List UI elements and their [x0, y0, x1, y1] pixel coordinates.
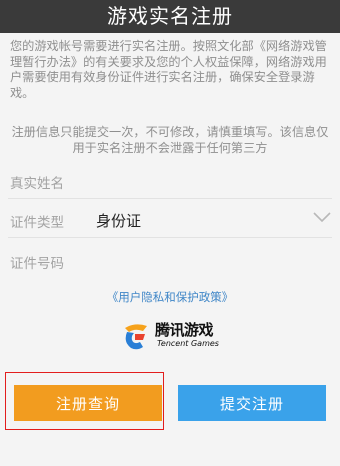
real-name-input[interactable] [92, 167, 316, 195]
page-title: 游戏实名注册 [0, 0, 340, 33]
id-type-label: 证件类型 [10, 215, 64, 231]
divider [8, 198, 332, 199]
logo-title: 腾讯游戏 [155, 321, 214, 339]
intro-text: 您的游戏帐号需要进行实名注册。按照文化部《网络游戏管理暂行办法》的有关要求及您的… [10, 39, 327, 100]
chevron-down-icon[interactable] [312, 211, 332, 223]
logo-subtitle: Tencent Games [157, 339, 219, 348]
real-name-label: 真实姓名 [10, 176, 64, 192]
submit-registration-button[interactable]: 提交注册 [178, 385, 326, 421]
id-number-label: 证件号码 [10, 256, 64, 272]
tencent-logo-icon [125, 324, 147, 350]
tencent-games-logo: 腾讯游戏 Tencent Games [121, 318, 221, 358]
privacy-notice: 注册信息只能提交一次，不可修改，请慎重填写。该信息仅用于实名注册不会泄露于任何第… [11, 125, 329, 155]
divider [8, 237, 332, 238]
id-number-input[interactable] [92, 247, 316, 275]
id-type-select[interactable]: 身份证 [96, 210, 141, 231]
registration-query-button[interactable]: 注册查询 [14, 385, 162, 421]
privacy-policy-link[interactable]: 《用户隐私和保护政策》 [0, 289, 340, 305]
